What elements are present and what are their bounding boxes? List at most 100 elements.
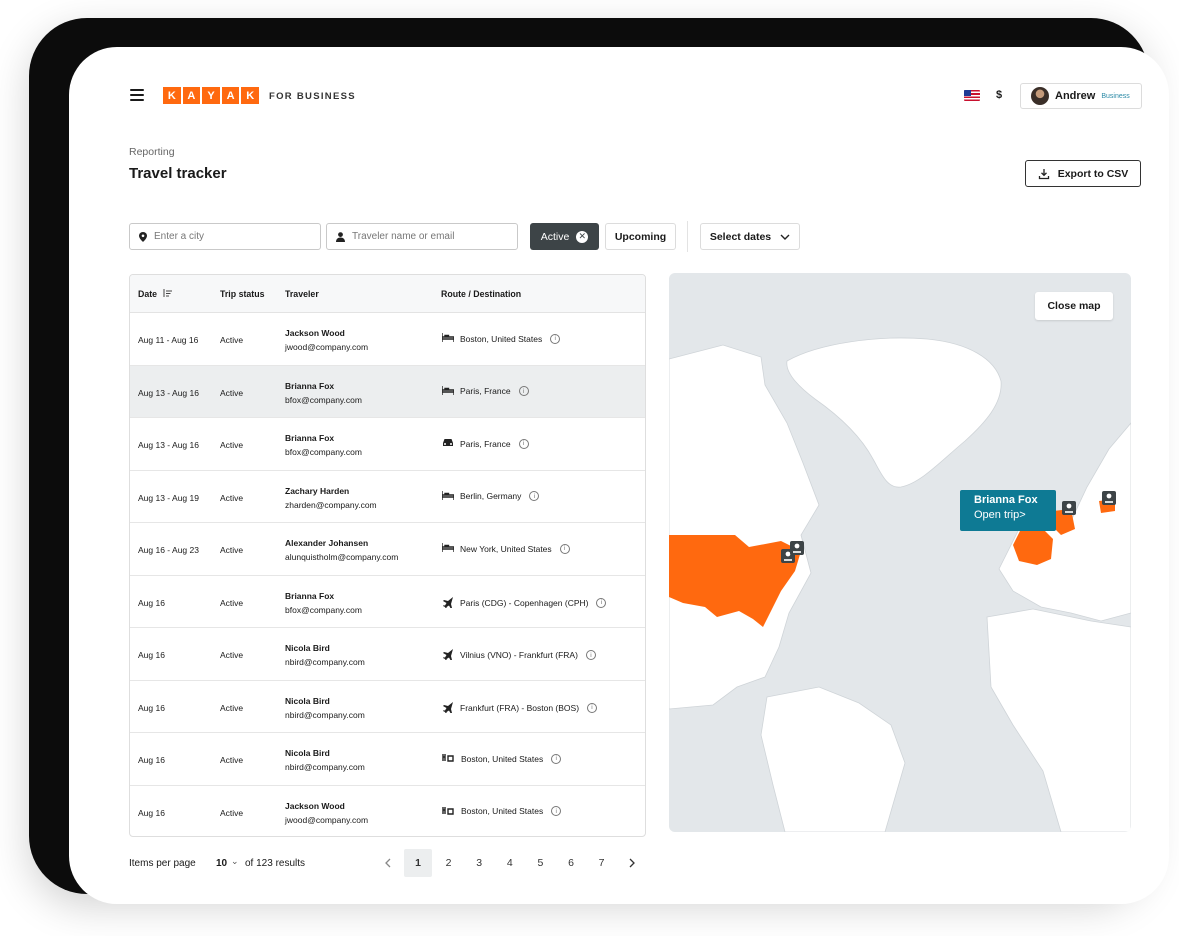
route-destination: Paris, France i [441, 385, 529, 397]
trip-date: Aug 13 - Aug 16 [138, 440, 199, 450]
city-search-input[interactable]: Enter a city [129, 223, 321, 250]
column-header-traveler: Traveler [285, 289, 319, 299]
export-csv-button[interactable]: Export to CSV [1025, 160, 1141, 187]
travel-map[interactable]: Close map Brianna Fox Open trip> [669, 273, 1131, 832]
info-icon[interactable]: i [518, 386, 529, 396]
open-trip-link[interactable]: Open trip> [974, 509, 1056, 521]
route-text: Paris (CDG) - Copenhagen (CPH) [460, 597, 589, 608]
traveler-marker[interactable] [790, 541, 804, 555]
table-row[interactable]: Aug 16 Active Brianna Fox bfox@company.com P… [130, 576, 645, 628]
route-destination: Frankfurt (FRA) - Boston (BOS) i [442, 701, 598, 715]
africa-landmass [986, 608, 1131, 832]
world-map[interactable] [669, 273, 1131, 832]
traveler-marker[interactable] [1102, 491, 1116, 505]
trip-date: Aug 16 [138, 755, 165, 765]
traveler-name: Nicola Bird [285, 748, 330, 758]
clear-filter-icon[interactable]: ✕ [576, 230, 589, 243]
trip-status: Active [220, 387, 244, 398]
page-button[interactable]: 3 [465, 849, 493, 877]
route-destination: Boston, United States i [442, 806, 562, 817]
page-button[interactable]: 1 [404, 849, 432, 877]
info-icon[interactable]: i [587, 702, 598, 713]
upcoming-filter-chip[interactable]: Upcoming [605, 223, 676, 250]
page-button[interactable]: 4 [496, 849, 524, 877]
page-button[interactable]: 7 [588, 849, 616, 877]
chevron-down-icon[interactable]: ⌄ [231, 856, 239, 867]
route-text: Vilnius (VNO) - Frankfurt (FRA) [460, 650, 578, 660]
table-row[interactable]: Aug 16 Active Nicola Bird nbird@company.com… [130, 681, 645, 733]
route-text: Paris, France [460, 438, 511, 449]
route-destination: New York, United States i [441, 543, 570, 554]
trips-table: Date Trip status Traveler Route / Destin… [129, 274, 646, 837]
us-flag-icon[interactable] [964, 90, 980, 101]
tooltip-traveler-name: Brianna Fox [974, 494, 1038, 506]
hotel-icon [441, 543, 455, 554]
table-row[interactable]: Aug 13 - Aug 16 Active Brianna Fox bfox@com… [130, 418, 645, 471]
trip-date: Aug 13 - Aug 16 [138, 387, 199, 398]
info-icon[interactable]: i [596, 597, 607, 608]
page-button[interactable]: 2 [435, 849, 463, 877]
kayak-logo[interactable]: K A Y A K [163, 87, 259, 104]
active-filter-chip[interactable]: Active ✕ [530, 223, 599, 250]
logo-letter: K [163, 87, 181, 104]
table-row[interactable]: Aug 16 Active Nicola Bird nbird@company.com… [130, 733, 645, 786]
table-row[interactable]: Aug 13 - Aug 16 Active Brianna Fox bfox@com… [130, 365, 645, 418]
traveler-name: Brianna Fox [285, 590, 335, 601]
info-icon[interactable]: i [550, 333, 561, 344]
info-icon[interactable]: i [585, 650, 596, 660]
chevron-down-icon [780, 234, 790, 240]
column-header-status: Trip status [220, 289, 265, 299]
trip-date: Aug 16 [138, 597, 165, 608]
flight-icon [442, 648, 454, 662]
results-count: of 123 results [245, 858, 306, 869]
page-button[interactable]: 5 [526, 849, 554, 877]
table-row[interactable]: Aug 16 Active Nicola Bird nbird@company.com… [130, 628, 645, 681]
page-title: Travel tracker [129, 165, 227, 182]
traveler-marker[interactable] [1062, 501, 1076, 515]
route-text: Paris, France [460, 386, 511, 396]
close-map-button[interactable]: Close map [1035, 292, 1113, 320]
flight-icon [442, 701, 454, 715]
menu-icon[interactable] [130, 89, 144, 101]
info-icon[interactable]: i [518, 438, 529, 449]
prev-page-button[interactable] [374, 849, 402, 877]
logo-letter: A [182, 87, 201, 104]
info-icon[interactable]: i [559, 543, 570, 554]
trip-status: Active [220, 440, 244, 450]
currency-selector[interactable]: $ [996, 89, 1002, 101]
trip-status: Active [220, 597, 244, 608]
north-america-landmass [669, 344, 820, 710]
trip-tooltip[interactable]: Brianna Fox Open trip> [960, 490, 1056, 531]
column-header-date[interactable]: Date [138, 289, 172, 299]
sort-icon[interactable] [163, 289, 172, 297]
items-per-page-label: Items per page [129, 858, 196, 869]
page-button[interactable]: 6 [557, 849, 585, 877]
dates-label: Select dates [709, 230, 772, 243]
table-row[interactable]: Aug 13 - Aug 19 Active Zachary Harden zhard… [130, 471, 645, 523]
traveler-email: bfox@company.com [285, 447, 362, 457]
info-icon[interactable]: i [551, 753, 562, 764]
trip-status: Active [220, 650, 244, 660]
chevron-left-icon [385, 858, 391, 868]
info-icon[interactable]: i [529, 491, 540, 501]
table-row[interactable]: Aug 16 Active Jackson Wood jwood@company.co… [130, 786, 645, 837]
breadcrumb[interactable]: Reporting [129, 146, 175, 158]
restaurant-icon [442, 753, 455, 764]
traveler-name: Brianna Fox [285, 380, 335, 391]
next-page-button[interactable] [618, 849, 646, 877]
user-menu-button[interactable]: Andrew Business [1020, 83, 1142, 109]
items-per-page-select[interactable]: 10 [216, 858, 227, 869]
filter-divider [687, 221, 688, 252]
device-frame: K A Y A K FOR BUSINESS $ Andrew Business… [29, 18, 1169, 904]
traveler-name: Zachary Harden [285, 485, 350, 496]
greenland-landmass [786, 337, 1002, 488]
traveler-search-input[interactable]: Traveler name or email [326, 223, 518, 250]
table-row[interactable]: Aug 11 - Aug 16 Active Jackson Wood jwood@c… [130, 313, 645, 366]
info-icon[interactable]: i [551, 806, 562, 816]
select-dates-dropdown[interactable]: Select dates [700, 223, 800, 250]
traveler-email: zharden@company.com [285, 499, 377, 510]
logo-subtitle: FOR BUSINESS [269, 91, 356, 102]
person-icon [336, 231, 345, 242]
table-row[interactable]: Aug 16 - Aug 23 Active Alexander Johansen a… [130, 523, 645, 576]
car-icon [442, 438, 454, 449]
